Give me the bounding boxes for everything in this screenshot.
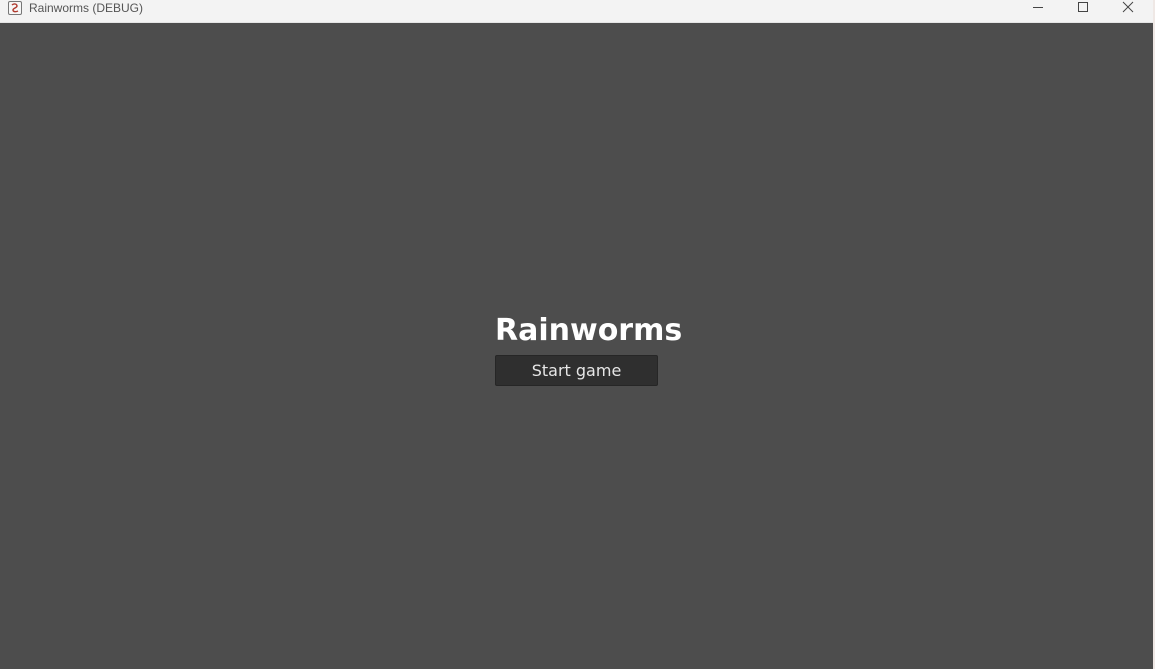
- minimize-icon: [1033, 7, 1043, 8]
- maximize-button[interactable]: [1060, 0, 1105, 22]
- main-menu: Rainworms Start game: [495, 311, 683, 386]
- close-button[interactable]: [1105, 0, 1150, 22]
- title-bar[interactable]: Rainworms (DEBUG): [0, 0, 1153, 23]
- window-title: Rainworms (DEBUG): [29, 1, 144, 15]
- minimize-button[interactable]: [1015, 0, 1060, 22]
- start-game-button[interactable]: Start game: [495, 355, 658, 386]
- game-window: Rainworms (DEBUG) Rainworms Start game: [0, 0, 1153, 669]
- close-icon: [1122, 1, 1134, 13]
- maximize-icon: [1078, 2, 1088, 12]
- game-title: Rainworms: [495, 313, 683, 348]
- app-icon: [8, 1, 22, 15]
